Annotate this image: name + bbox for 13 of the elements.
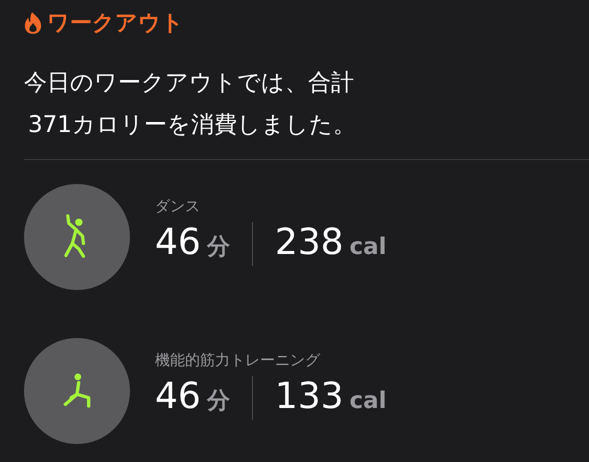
- duration-unit: 分: [206, 386, 230, 416]
- duration-value: 46: [155, 376, 201, 416]
- calories-value: 133: [274, 376, 344, 416]
- duration-value: 46: [155, 222, 201, 262]
- section-title: ワークアウト: [47, 10, 184, 38]
- calories-value: 238: [274, 222, 344, 262]
- activity-name: 機能的筋力トレーニング: [155, 350, 322, 370]
- flame-icon: [24, 11, 42, 35]
- calories-unit: cal: [350, 388, 387, 414]
- summary-text: 今日のワークアウトでは、合計 371カロリーを消費しました。: [24, 69, 357, 140]
- duration-unit: 分: [206, 232, 230, 262]
- calories-unit: cal: [350, 234, 387, 260]
- activity-name: ダンス: [155, 196, 201, 216]
